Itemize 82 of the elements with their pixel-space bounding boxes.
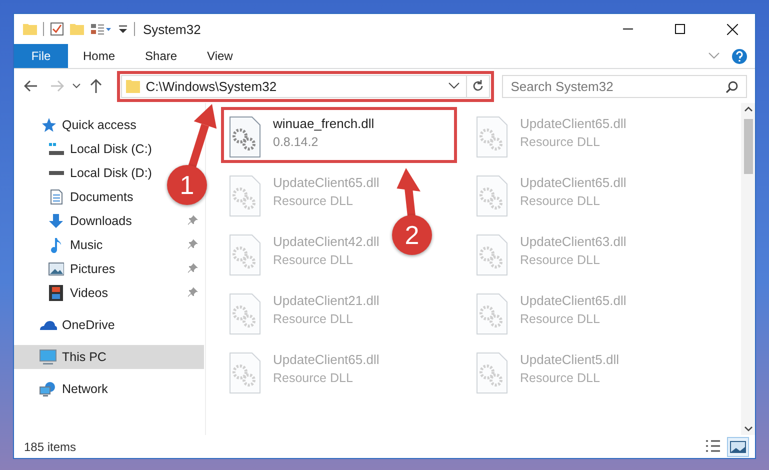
address-path: C:\Windows\System32 [146,78,278,94]
file-name: UpdateClient21.dll [273,293,380,308]
ribbon-tab[interactable]: Home [68,44,130,68]
sidebar-item[interactable]: Pictures [14,257,204,281]
sidebar-item[interactable]: Videos [14,281,204,305]
pin-icon[interactable] [188,263,198,273]
file-name: UpdateClient65.dll [520,116,626,131]
file-detail: Resource DLL [273,253,354,267]
file-detail: Resource DLL [520,312,601,326]
download-arrow-icon [48,213,64,229]
file-name: winuae_french.dll [273,116,374,131]
scroll-thumb[interactable] [744,119,752,174]
sidebar-item[interactable]: Music [14,233,204,257]
arrow [188,104,217,168]
file-gears-icon [229,175,261,217]
search-field[interactable]: Search System32 [502,74,747,98]
sidebar-item[interactable]: Network [14,377,114,401]
file-item[interactable]: winuae_french.dll 0.8.14.2 [221,107,457,163]
properties-icon[interactable] [90,22,112,36]
help-icon[interactable] [732,48,747,64]
file-gears-icon [476,116,508,158]
document-icon [50,189,62,205]
customize-arrow-icon[interactable] [118,23,128,35]
sidebar-item[interactable]: Downloads [14,209,204,233]
drive-icon [48,142,64,156]
file-name: UpdateClient65.dll [520,175,626,190]
file-gears-icon [229,234,261,276]
folder-icon [126,79,140,93]
film-icon [49,285,63,301]
chevron-down-icon[interactable] [448,82,460,90]
checklist-icon[interactable] [50,22,64,36]
arrow [396,168,420,216]
ribbon-tab[interactable]: View [192,44,248,68]
file-detail: Resource DLL [273,312,354,326]
item-count: 185 items [24,440,76,454]
file-detail: Resource DLL [520,371,601,385]
file-detail: Resource DLL [273,371,354,385]
pin-icon[interactable] [188,287,198,297]
pin-icon[interactable] [188,239,198,249]
file-name: UpdateClient63.dll [520,234,626,249]
sidebar-item[interactable]: This PC [14,345,204,369]
file-detail: Resource DLL [520,194,601,208]
file-detail: Resource DLL [273,194,354,208]
search-icon[interactable] [726,80,738,92]
file-menu-tab[interactable]: File [14,44,68,68]
cloud-icon [39,319,57,331]
scrollbar[interactable] [741,103,755,435]
file-detail: Resource DLL [520,135,601,149]
star-icon [40,117,56,133]
large-icons-view-button[interactable] [727,436,749,456]
file-gears-icon [476,175,508,217]
sidebar-item[interactable]: OneDrive [14,313,121,337]
file-gears-icon [476,352,508,394]
file-name: UpdateClient42.dll [273,234,380,249]
picture-icon [48,262,64,276]
drive-icon [48,170,64,176]
network-icon [39,381,57,397]
refresh-icon [472,80,484,92]
sidebar-item[interactable]: Local Disk (C:) [14,137,158,161]
window-title: System32 [143,22,201,36]
file-gears-icon [229,352,261,394]
file-gears-icon [476,293,508,335]
pin-icon[interactable] [188,215,198,225]
file-name: UpdateClient65.dll [273,352,380,367]
close-icon [726,24,738,34]
file-name: UpdateClient65.dll [273,175,380,190]
sidebar-item[interactable]: Quick access [14,113,142,137]
recent-locations-icon[interactable] [72,83,81,89]
file-gears-icon [229,116,261,158]
sidebar-item[interactable]: Local Disk (D:) [14,161,158,185]
file-gears-icon [229,293,261,335]
sidebar-item[interactable]: Documents [14,185,140,209]
file-name: UpdateClient65.dll [520,293,626,308]
file-detail: Resource DLL [520,253,601,267]
up-arrow-icon [90,79,102,93]
file-gears-icon [476,234,508,276]
monitor-icon [39,349,57,365]
file-detail: 0.8.14.2 [273,135,320,149]
maximize-icon [675,24,685,34]
ribbon-tab[interactable]: Share [130,44,192,68]
file-name: UpdateClient5.dll [520,352,620,367]
music-note-icon [50,237,62,253]
